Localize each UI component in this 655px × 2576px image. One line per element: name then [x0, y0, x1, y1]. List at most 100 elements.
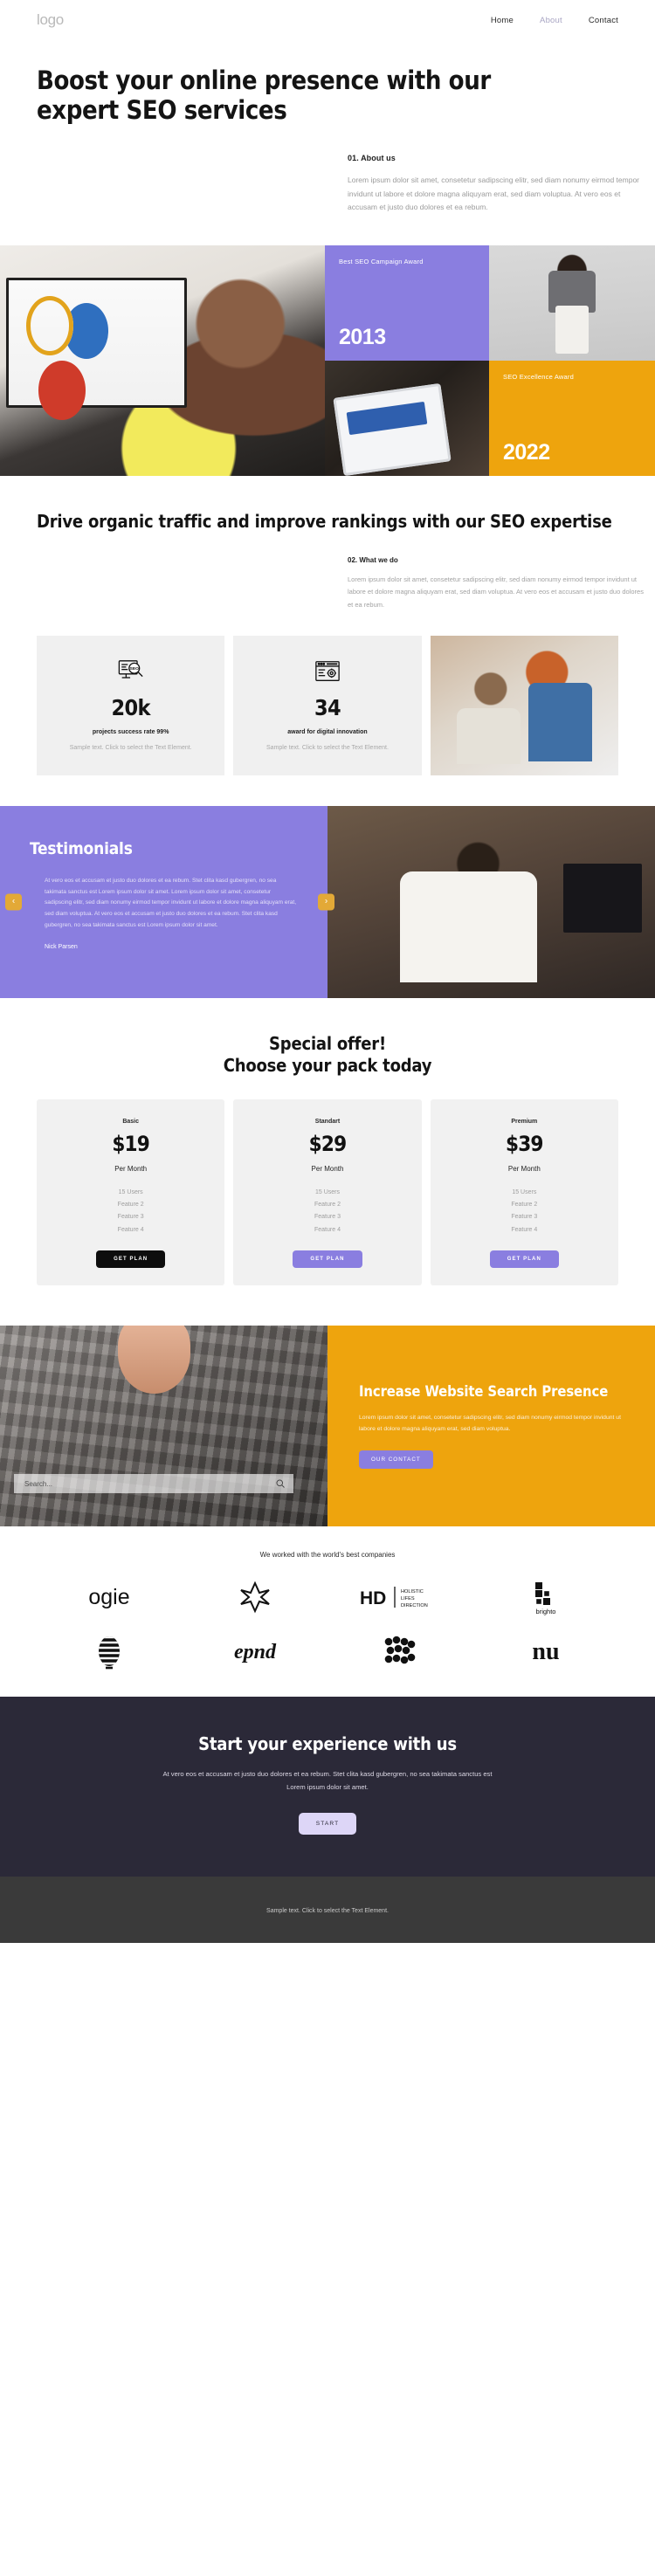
- gallery-photo-model: [489, 245, 655, 361]
- svg-text:HOLISTIC: HOLISTIC: [401, 1589, 424, 1595]
- stat-card: 34 award for digital innovation Sample t…: [233, 635, 422, 775]
- get-plan-button[interactable]: GET PLAN: [96, 1250, 166, 1269]
- epnd-script-logo: epnd: [224, 1636, 286, 1667]
- what-we-do-eyebrow: 02. What we do: [348, 556, 398, 564]
- analyst-desk-image: [0, 245, 325, 476]
- get-plan-button[interactable]: GET PLAN: [293, 1250, 362, 1269]
- plan-feature: Feature 2: [117, 1202, 144, 1209]
- plan-name: Basic: [122, 1118, 139, 1125]
- testimonial-panel: Testimonials At vero eos et accusam et j…: [0, 805, 328, 998]
- stat-label: projects success rate 99%: [92, 728, 169, 735]
- model-image: [489, 245, 655, 361]
- hd-holistic-lifes-direction-logo: HD HOLISTIC LIFES DIRECTION: [358, 1581, 442, 1613]
- testimonials-section: Testimonials At vero eos et accusam et j…: [0, 805, 655, 998]
- footer-text: Sample text. Click to select the Text El…: [266, 1907, 389, 1914]
- tablet-analytics-image: [325, 361, 489, 476]
- svg-text:LIFES: LIFES: [401, 1596, 415, 1601]
- plan-feature: Feature 4: [511, 1226, 538, 1233]
- landing-page: logo Home About Contact Boost your onlin…: [0, 0, 655, 1943]
- nav-item-contact[interactable]: Contact: [589, 16, 618, 25]
- what-we-do-section: Drive organic traffic and improve rankin…: [0, 476, 655, 611]
- plan-price: $19: [112, 1131, 149, 1156]
- clients-heading: We worked with the world's best companie…: [259, 1551, 396, 1560]
- about-block: 01. About us Lorem ipsum dolor sit amet,…: [348, 154, 645, 215]
- gallery-photo-analyst: [0, 245, 325, 476]
- carousel-prev-arrow-icon[interactable]: ‹: [5, 893, 22, 911]
- what-we-do-block: 02. What we do Lorem ipsum dolor sit ame…: [348, 556, 645, 611]
- cta-section: Start your experience with us At vero eo…: [0, 1697, 655, 1877]
- testimonials-title: Testimonials: [30, 838, 133, 858]
- epnd-logo-text: epnd: [234, 1641, 277, 1663]
- plan-feature: Feature 3: [511, 1214, 538, 1221]
- award-card-purple: Best SEO Campaign Award 2013: [325, 245, 489, 361]
- testimonial-quote: At vero eos et accusam et justo duo dolo…: [45, 877, 297, 929]
- plan-feature: 15 Users: [118, 1188, 143, 1195]
- ogie-logo-text: ogie: [89, 1585, 130, 1609]
- brighto-logo: brighto: [523, 1581, 569, 1615]
- browser-gear-icon: [247, 658, 407, 685]
- testimonial-photo: [328, 805, 655, 998]
- brighto-logo-text: brighto: [535, 1608, 555, 1615]
- plan-name: Standart: [314, 1118, 341, 1125]
- nu-logo-text: nu: [532, 1638, 559, 1665]
- stats-section: SEO 20k projects success rate 99% Sample…: [37, 635, 618, 775]
- nav-item-home[interactable]: Home: [491, 16, 514, 25]
- plan-period: Per Month: [114, 1164, 148, 1173]
- flower-star-logo: [238, 1581, 272, 1614]
- what-we-do-paragraph: Lorem ipsum dolor sit amet, consetetur s…: [348, 575, 644, 609]
- promo-paragraph: Lorem ipsum dolor sit amet, consetetur s…: [359, 1415, 621, 1433]
- keyboard-typing-image: [0, 1326, 328, 1527]
- get-plan-button[interactable]: GET PLAN: [489, 1250, 559, 1269]
- about-eyebrow: 01. About us: [348, 153, 396, 162]
- plan-feature: Feature 3: [117, 1214, 144, 1221]
- plan-feature: Feature 2: [511, 1202, 538, 1209]
- award-orange-title: SEO Excellence Award: [503, 373, 574, 381]
- stat-number: 20k: [111, 694, 150, 720]
- plan-name: Premium: [511, 1118, 538, 1125]
- about-paragraph: Lorem ipsum dolor sit amet, consetetur s…: [348, 175, 640, 212]
- plan-feature: 15 Users: [314, 1188, 340, 1195]
- svg-text:SEO: SEO: [129, 666, 138, 672]
- dots-cluster-logo: [381, 1636, 419, 1667]
- site-footer: Sample text. Click to select the Text El…: [0, 1876, 655, 1943]
- pricing-section: Special offer! Choose your pack today Ba…: [0, 998, 655, 1326]
- gallery-photo-tablet: [325, 361, 489, 476]
- plan-feature: 15 Users: [512, 1188, 537, 1195]
- plan-period: Per Month: [507, 1164, 541, 1173]
- office-worker-image: [328, 805, 655, 998]
- nu-serif-logo: nu: [519, 1636, 573, 1667]
- carousel-next-arrow-icon[interactable]: ›: [318, 893, 334, 911]
- client-logo-grid: ogie HD HOLISTIC LIFES DIRECTION brighto…: [37, 1581, 618, 1670]
- hero-section: Boost your online presence with our expe…: [0, 40, 655, 215]
- svg-text:DIRECTION: DIRECTION: [401, 1603, 428, 1608]
- award-purple-title: Best SEO Campaign Award: [339, 258, 424, 265]
- plan-feature: Feature 3: [314, 1214, 341, 1221]
- team-image: [430, 635, 618, 775]
- pricing-card-standart: Standart $29 Per Month 15 Users Feature …: [233, 1099, 422, 1286]
- plan-price: $39: [505, 1131, 543, 1156]
- hero-title: Boost your online presence with our expe…: [37, 65, 491, 125]
- stat-description: Sample text. Click to select the Text El…: [69, 744, 192, 751]
- plan-period: Per Month: [311, 1164, 344, 1173]
- main-navigation: Home About Contact: [491, 16, 618, 25]
- pricing-title: Special offer! Choose your pack today: [37, 1033, 618, 1077]
- plan-features: 15 Users Feature 2 Feature 3 Feature 4: [439, 1187, 610, 1236]
- plan-features: 15 Users Feature 2 Feature 3 Feature 4: [242, 1187, 412, 1236]
- search-input[interactable]: Search...: [14, 1474, 293, 1494]
- stat-number: 34: [314, 694, 341, 720]
- stat-description: Sample text. Click to select the Text El…: [266, 744, 389, 751]
- nav-item-about[interactable]: About: [540, 16, 562, 25]
- cta-title: Start your experience with us: [198, 1733, 457, 1755]
- pricing-card-basic: Basic $19 Per Month 15 Users Feature 2 F…: [37, 1099, 225, 1286]
- award-gallery: Best SEO Campaign Award 2013 SEO Excelle…: [0, 245, 655, 476]
- ogie-logo: ogie: [78, 1581, 141, 1613]
- pricing-plans: Basic $19 Per Month 15 Users Feature 2 F…: [37, 1099, 618, 1286]
- award-purple-year: 2013: [339, 325, 386, 349]
- our-contact-button[interactable]: OUR CONTACT: [359, 1450, 433, 1469]
- award-orange-year: 2022: [503, 440, 550, 465]
- site-header: logo Home About Contact: [0, 0, 655, 40]
- start-button[interactable]: START: [298, 1812, 357, 1835]
- promo-photo: Search...: [0, 1326, 328, 1527]
- site-logo[interactable]: logo: [37, 11, 64, 29]
- search-icon[interactable]: [275, 1478, 286, 1489]
